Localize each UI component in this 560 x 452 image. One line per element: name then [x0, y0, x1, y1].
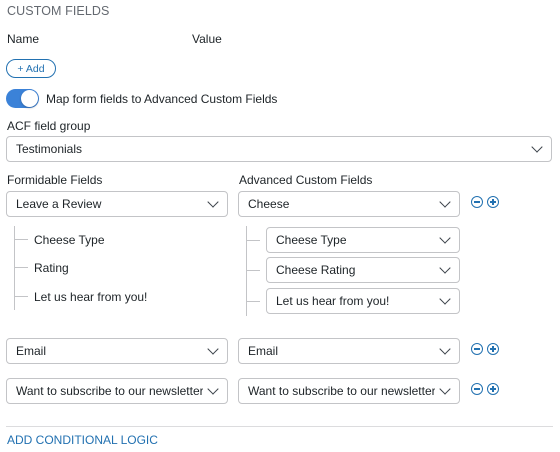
- chevron-down-icon: [439, 262, 451, 274]
- chevron-down-icon: [207, 383, 219, 395]
- map-acf-toggle[interactable]: [6, 89, 39, 108]
- subfield-label: Let us hear from you!: [34, 290, 148, 304]
- formidable-field-value: Email: [16, 344, 47, 358]
- add-mapping-button[interactable]: [487, 383, 499, 395]
- formidable-field-select[interactable]: Email: [6, 338, 228, 364]
- acf-field-value: Cheese: [248, 197, 290, 211]
- formidable-fields-header: Formidable Fields: [7, 173, 103, 187]
- formidable-field-value: Want to subscribe to our newsletter?: [16, 384, 203, 398]
- toggle-knob: [21, 90, 38, 107]
- add-custom-field-button[interactable]: + Add: [6, 59, 56, 78]
- value-column-header: Value: [192, 32, 222, 46]
- remove-mapping-button[interactable]: [471, 343, 483, 355]
- section-divider: [6, 426, 553, 427]
- section-title: CUSTOM FIELDS: [7, 4, 110, 18]
- add-mapping-button[interactable]: [487, 343, 499, 355]
- acf-field-group-label: ACF field group: [7, 119, 91, 133]
- tree-branch: [246, 240, 260, 241]
- chevron-down-icon: [439, 196, 451, 208]
- chevron-down-icon: [439, 232, 451, 244]
- acf-subfield-select[interactable]: Cheese Rating: [266, 257, 460, 283]
- subfield-label: Cheese Type: [34, 233, 105, 247]
- chevron-down-icon: [207, 343, 219, 355]
- name-column-header: Name: [7, 32, 40, 46]
- add-mapping-button[interactable]: [487, 196, 499, 208]
- acf-subfield-value: Let us hear from you!: [276, 294, 390, 308]
- tree-branch: [246, 301, 260, 302]
- chevron-down-icon: [207, 196, 219, 208]
- tree-branch: [14, 267, 28, 268]
- acf-subfield-select[interactable]: Let us hear from you!: [266, 288, 460, 314]
- formidable-field-value: Leave a Review: [16, 197, 102, 211]
- remove-mapping-button[interactable]: [471, 383, 483, 395]
- acf-field-group-select[interactable]: Testimonials: [6, 136, 552, 162]
- acf-field-select[interactable]: Email: [238, 338, 460, 364]
- acf-field-select[interactable]: Want to subscribe to our newsletter?: [238, 378, 460, 404]
- acf-subfield-value: Cheese Type: [276, 233, 347, 247]
- acf-fields-header: Advanced Custom Fields: [239, 173, 373, 187]
- chevron-down-icon: [531, 141, 543, 153]
- tree-branch: [14, 239, 28, 240]
- chevron-down-icon: [439, 293, 451, 305]
- remove-mapping-button[interactable]: [471, 196, 483, 208]
- tree-branch: [246, 270, 260, 271]
- tree-branch: [14, 296, 28, 297]
- chevron-down-icon: [439, 383, 451, 395]
- acf-field-value: Email: [248, 344, 279, 358]
- formidable-field-select[interactable]: Leave a Review: [6, 191, 228, 217]
- acf-field-select[interactable]: Cheese: [238, 191, 460, 217]
- map-acf-toggle-label: Map form fields to Advanced Custom Field…: [46, 92, 278, 106]
- chevron-down-icon: [439, 343, 451, 355]
- formidable-field-select[interactable]: Want to subscribe to our newsletter?: [6, 378, 228, 404]
- acf-field-value: Want to subscribe to our newsletter?: [248, 384, 435, 398]
- add-conditional-logic-link[interactable]: ADD CONDITIONAL LOGIC: [7, 433, 158, 447]
- acf-subfield-value: Cheese Rating: [276, 263, 356, 277]
- acf-field-group-value: Testimonials: [16, 142, 83, 156]
- subfield-label: Rating: [34, 261, 69, 275]
- acf-subfield-select[interactable]: Cheese Type: [266, 227, 460, 253]
